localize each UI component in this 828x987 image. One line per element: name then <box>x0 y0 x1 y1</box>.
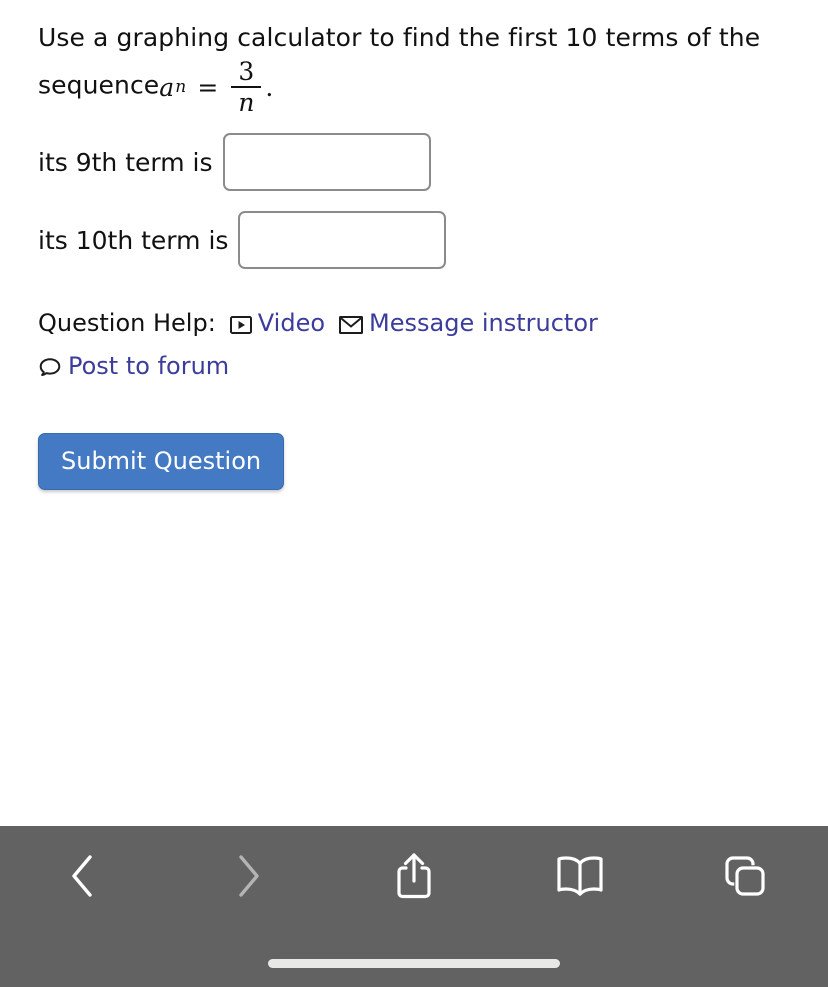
toolbar-back-button[interactable] <box>0 826 166 926</box>
fraction-denominator: n <box>238 88 255 117</box>
page-root: Use a graphing calculator to find the fi… <box>0 0 828 987</box>
toolbar-bookmarks-button[interactable] <box>497 826 663 926</box>
message-instructor-label: Message instructor <box>369 309 598 337</box>
toolbar-forward-button[interactable] <box>166 826 332 926</box>
answer-row-10th: its 10th term is <box>38 211 790 269</box>
question-help-label: Question Help: <box>38 309 216 337</box>
question-help-row: Question Help: Video Message instructor Pos… <box>38 303 790 389</box>
video-help-link[interactable]: Video <box>229 309 326 337</box>
math-equals: = <box>197 72 219 102</box>
home-indicator <box>268 959 560 968</box>
question-prompt: Use a graphing calculator to find the fi… <box>38 16 790 115</box>
answer-label-10th: its 10th term is <box>38 225 229 255</box>
browser-bottom-toolbar <box>0 826 828 987</box>
math-period: . <box>265 72 274 102</box>
math-subscript: n <box>175 76 187 97</box>
video-play-icon <box>229 306 252 346</box>
post-to-forum-link[interactable]: Post to forum <box>38 352 229 380</box>
answer-input-9th[interactable] <box>222 133 431 191</box>
math-expression: a n = 3 n. <box>159 59 273 115</box>
fraction-numerator: 3 <box>238 57 255 86</box>
submit-button-wrapper: Submit Question <box>38 433 790 490</box>
answer-input-10th[interactable] <box>238 211 447 269</box>
overlapping-squares-icon <box>721 852 769 900</box>
speech-bubble-icon <box>38 349 62 389</box>
answer-row-9th: its 9th term is <box>38 133 790 191</box>
answer-label-9th: its 9th term is <box>38 147 213 177</box>
chevron-right-icon <box>231 852 265 900</box>
question-content: Use a graphing calculator to find the fi… <box>0 0 828 826</box>
math-variable: a <box>159 72 175 102</box>
fraction: 3n <box>231 57 262 117</box>
toolbar-share-button[interactable] <box>331 826 497 926</box>
toolbar-icon-row <box>0 826 828 926</box>
post-to-forum-label: Post to forum <box>68 352 230 380</box>
share-up-arrow-icon <box>393 850 435 902</box>
open-book-icon <box>555 854 605 898</box>
prompt-text: Use a graphing calculator to find the fi… <box>38 23 761 100</box>
video-help-label: Video <box>257 309 326 337</box>
chevron-left-icon <box>66 852 100 900</box>
submit-question-button[interactable]: Submit Question <box>38 433 285 490</box>
message-instructor-link[interactable]: Message instructor <box>339 309 598 337</box>
envelope-icon <box>339 306 364 346</box>
toolbar-tabs-button[interactable] <box>662 826 828 926</box>
